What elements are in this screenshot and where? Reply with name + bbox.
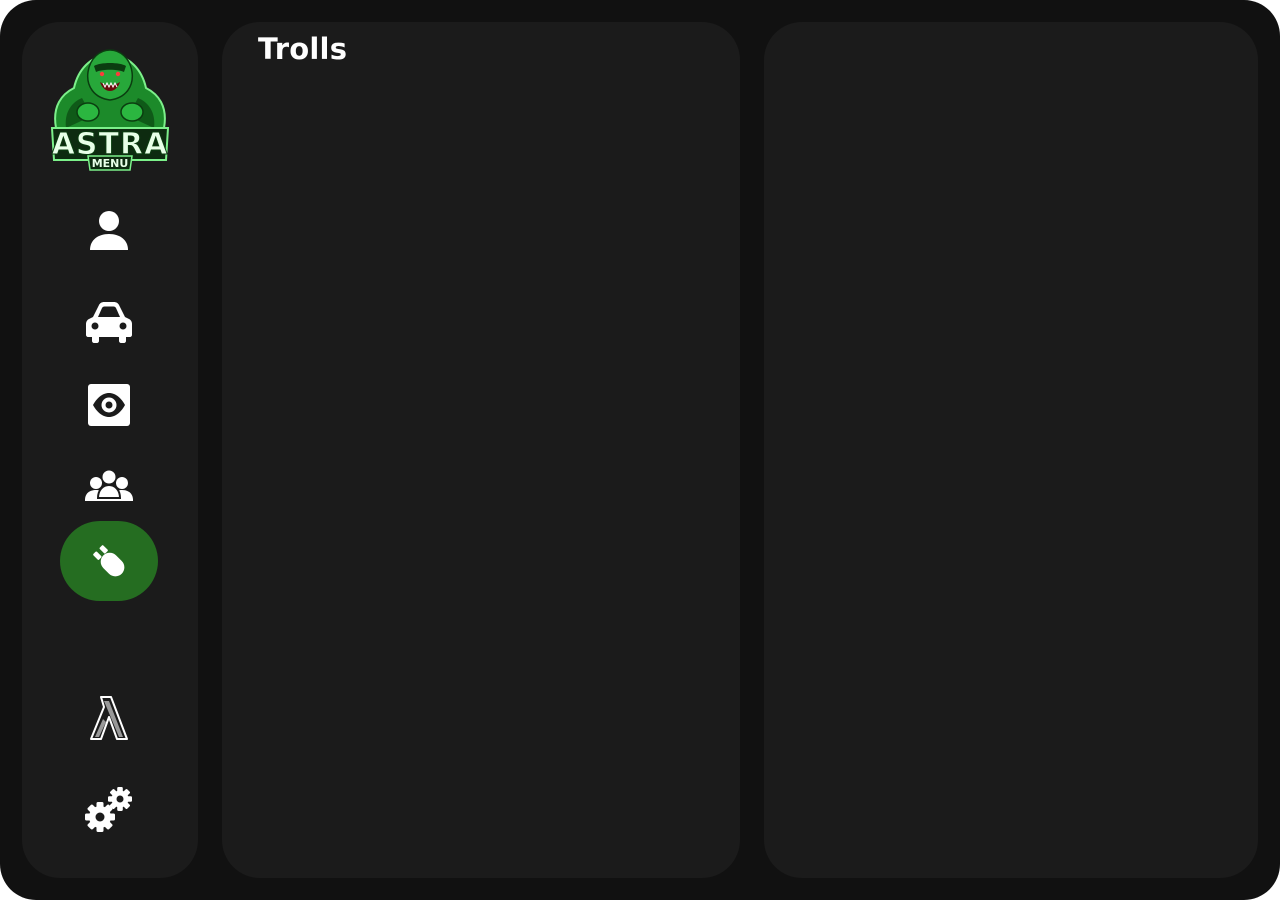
sidebar-item-players[interactable] (60, 446, 158, 526)
lambda-icon (90, 696, 128, 740)
app-window: ASTRA MENU Trolls (0, 0, 1280, 900)
trolls-panel: Trolls (222, 22, 740, 878)
logo-subtext: MENU (92, 157, 129, 170)
details-panel (764, 22, 1258, 878)
sidebar-item-settings[interactable] (60, 770, 158, 850)
bomb-icon (93, 545, 125, 577)
sidebar-item-trolls[interactable] (60, 521, 158, 601)
eye-icon (88, 384, 130, 426)
page-title: Trolls (258, 32, 348, 66)
car-icon (86, 302, 132, 343)
sidebar-item-visuals[interactable] (60, 365, 158, 445)
sidebar-item-lua[interactable] (60, 678, 158, 758)
group-icon (85, 470, 133, 501)
sidebar-item-player[interactable] (60, 190, 158, 270)
user-icon (90, 211, 128, 250)
astra-menu-logo: ASTRA MENU (50, 49, 170, 171)
sidebar-item-vehicle[interactable] (60, 282, 158, 362)
sidebar: ASTRA MENU (22, 22, 198, 878)
gears-icon (85, 787, 132, 832)
